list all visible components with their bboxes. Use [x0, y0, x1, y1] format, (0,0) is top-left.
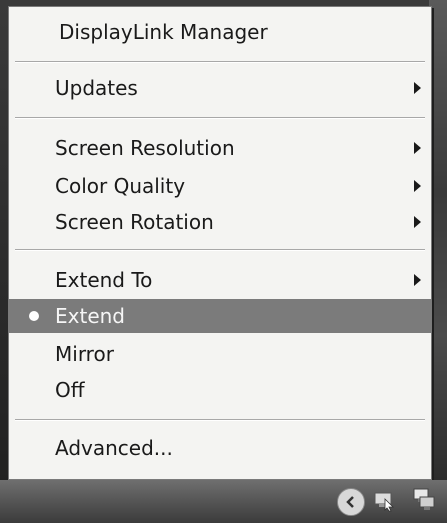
menu-item-extend[interactable]: Extend: [9, 299, 431, 333]
submenu-arrow-icon: [414, 82, 421, 94]
displaylink-tray-icon[interactable]: [373, 490, 395, 512]
menu-item-label: Color Quality: [55, 174, 186, 198]
menu-item-mirror[interactable]: Mirror: [9, 337, 431, 371]
menu-item-label: Screen Resolution: [55, 136, 235, 160]
radio-bullet-icon: [29, 311, 39, 321]
menu-item-label: Screen Rotation: [55, 210, 214, 234]
menu-separator: [15, 419, 425, 421]
menu-item-off[interactable]: Off: [9, 373, 431, 407]
menu-item-displaylink-manager[interactable]: DisplayLink Manager: [9, 15, 431, 49]
menu-separator: [15, 249, 425, 251]
menu-item-label: Mirror: [55, 342, 114, 366]
submenu-arrow-icon: [414, 180, 421, 192]
menu-item-label: Extend: [55, 304, 125, 328]
network-icon[interactable]: [410, 486, 436, 512]
chevron-left-icon[interactable]: [337, 488, 365, 516]
menu-item-advanced[interactable]: Advanced...: [9, 431, 431, 465]
submenu-arrow-icon: [414, 274, 421, 286]
menu-item-screen-resolution[interactable]: Screen Resolution: [9, 131, 431, 165]
menu-item-label: Extend To: [55, 268, 153, 292]
menu-item-label: DisplayLink Manager: [59, 20, 268, 44]
menu-item-label: Off: [55, 378, 85, 402]
displaylink-context-menu: DisplayLink Manager Updates Screen Resol…: [8, 6, 432, 480]
submenu-arrow-icon: [414, 216, 421, 228]
menu-item-screen-rotation[interactable]: Screen Rotation: [9, 205, 431, 239]
menu-item-extend-to[interactable]: Extend To: [9, 263, 431, 297]
menu-separator: [15, 61, 425, 63]
submenu-arrow-icon: [414, 142, 421, 154]
menu-item-label: Updates: [55, 76, 138, 100]
desktop: DisplayLink Manager Updates Screen Resol…: [0, 0, 447, 523]
menu-separator: [15, 117, 425, 119]
menu-item-updates[interactable]: Updates: [9, 71, 431, 105]
menu-item-color-quality[interactable]: Color Quality: [9, 169, 431, 203]
menu-item-label: Advanced...: [55, 436, 173, 460]
